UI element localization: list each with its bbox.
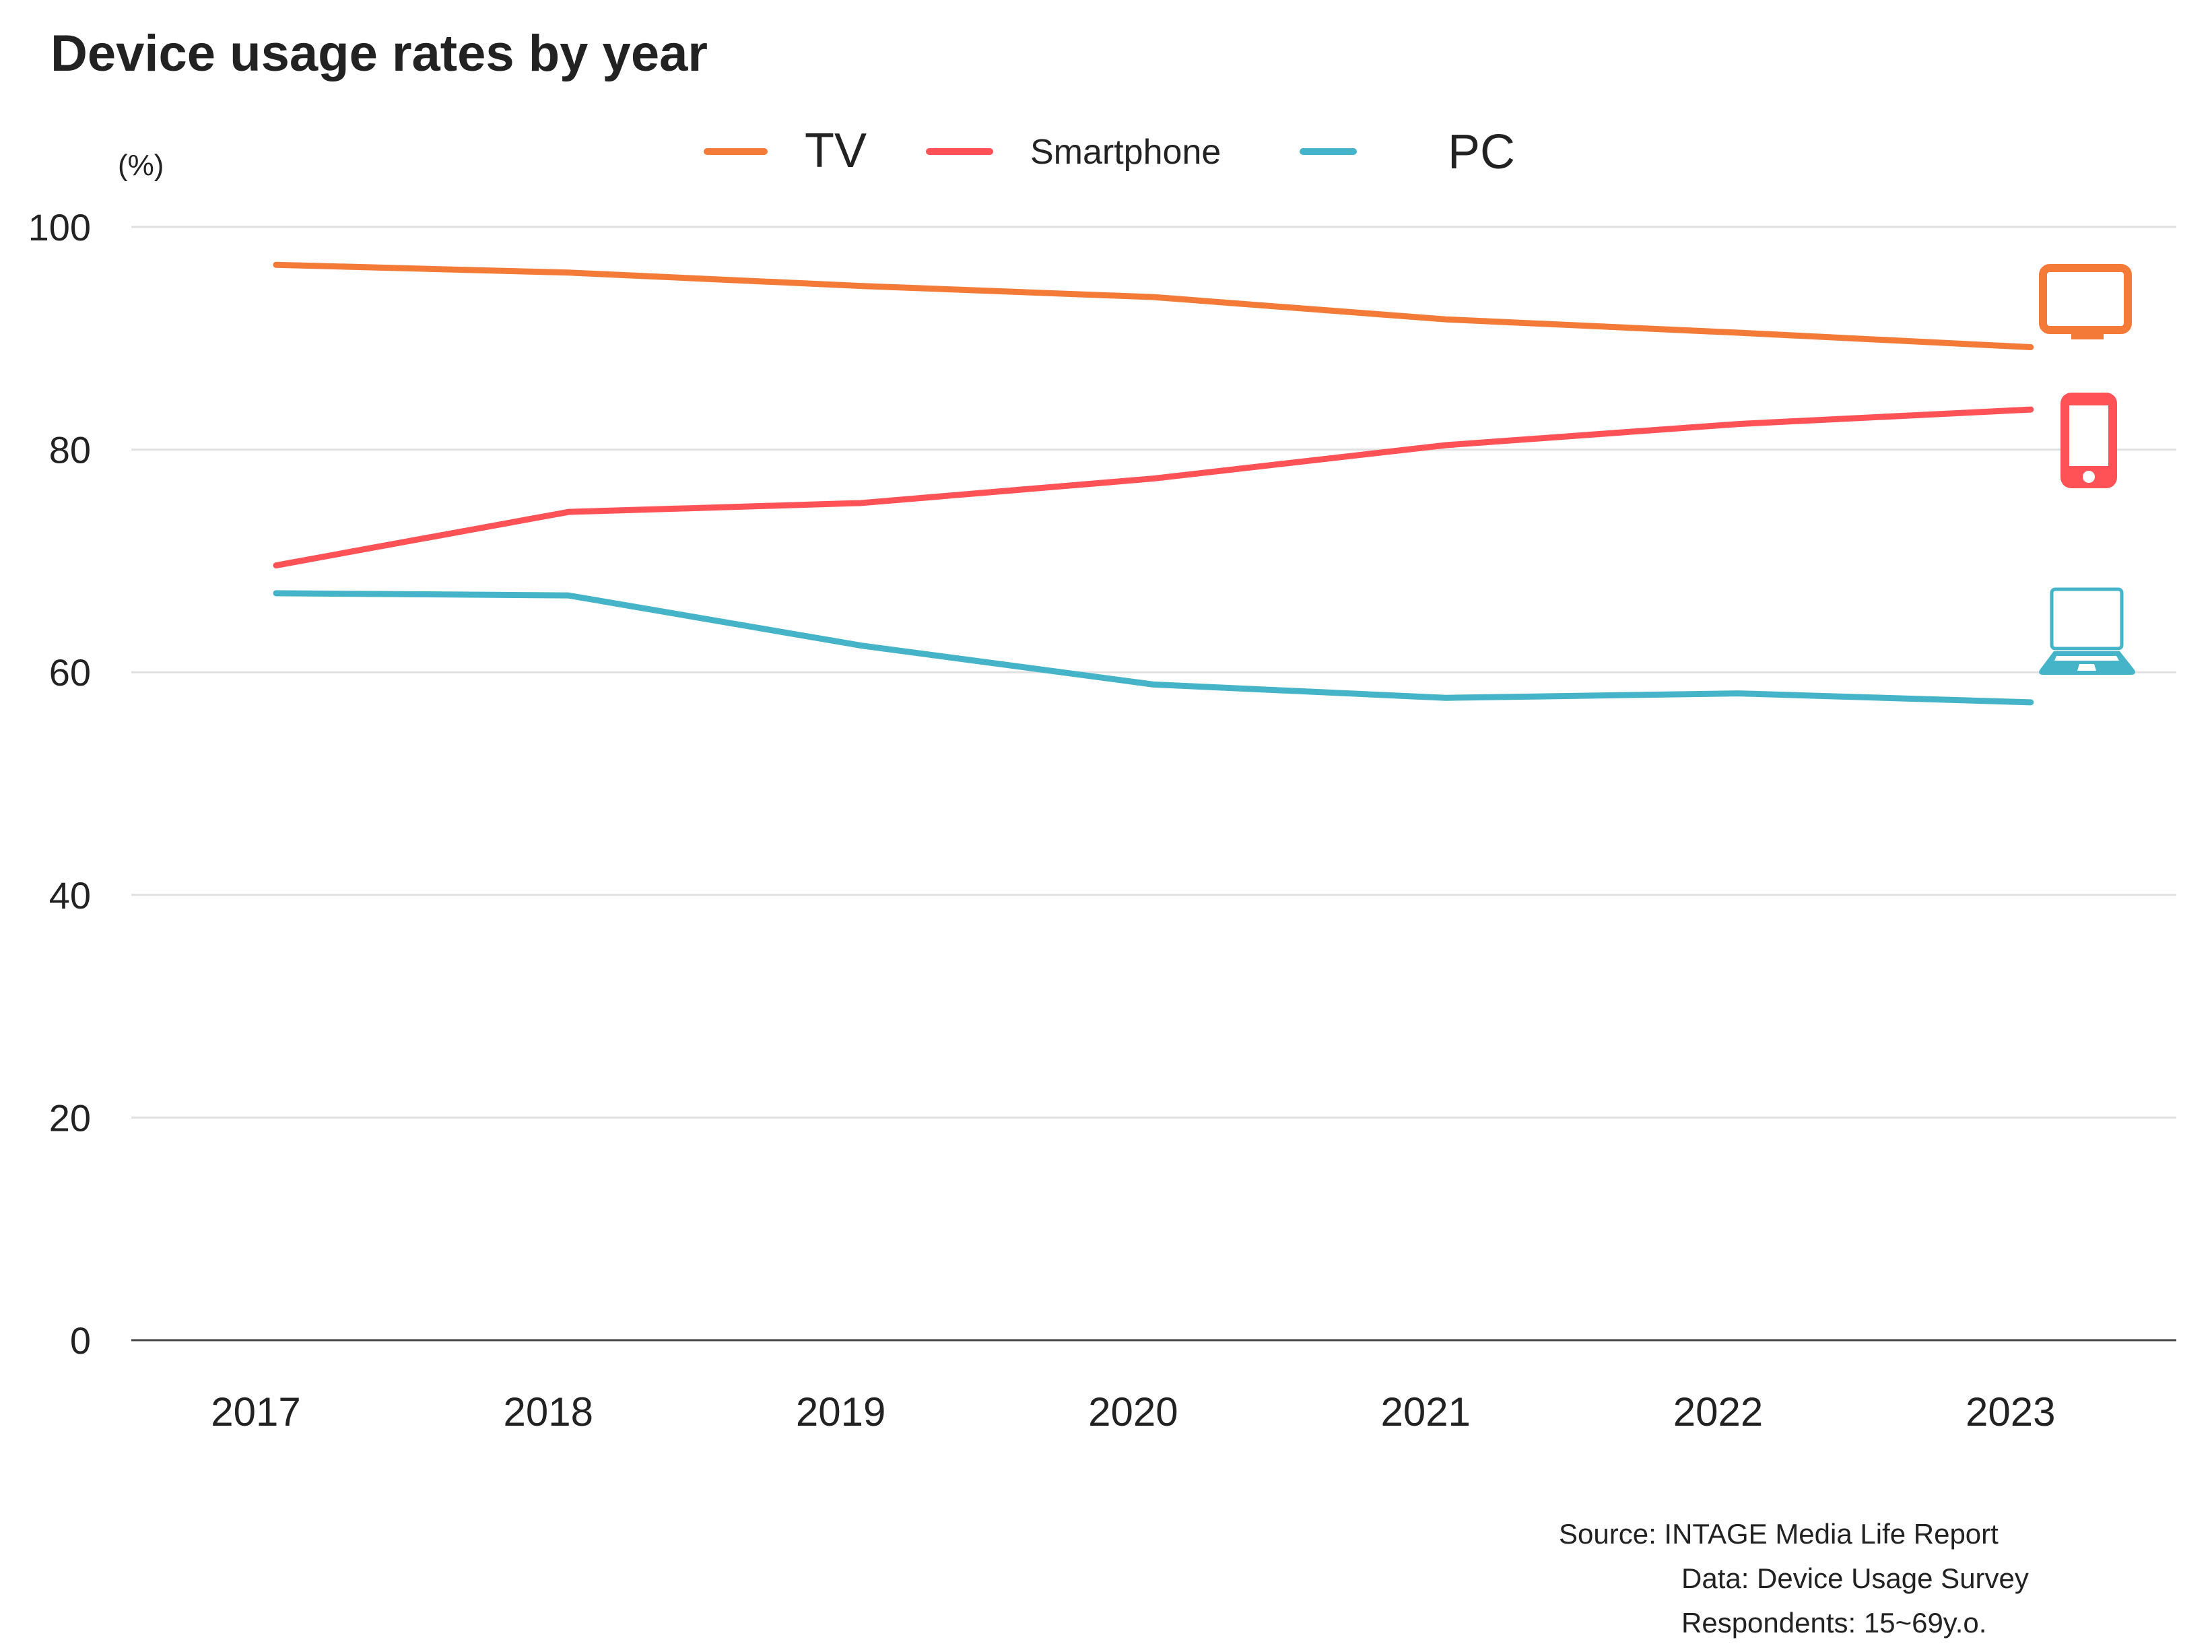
y-tick-label: 100 <box>28 206 91 249</box>
legend: TV Smartphone PC <box>704 124 1515 179</box>
series-lines <box>273 261 2034 706</box>
line-chart: Device usage rates by year (%) TV Smartp… <box>28 25 2176 1639</box>
legend-label-pc: PC <box>1448 125 1515 179</box>
data-line: Data: Device Usage Survey <box>1681 1562 2029 1594</box>
y-tick-label: 60 <box>49 651 91 694</box>
x-tick-label: 2023 <box>1966 1389 2055 1434</box>
legend-item-tv: TV <box>704 124 867 178</box>
x-tick-label: 2018 <box>504 1389 593 1434</box>
y-tick-label: 80 <box>49 429 91 471</box>
y-axis-ticks: 0 20 40 60 80 100 <box>28 206 91 1362</box>
y-tick-label: 0 <box>70 1319 91 1362</box>
y-tick-label: 20 <box>49 1096 91 1139</box>
x-tick-label: 2019 <box>796 1389 885 1434</box>
y-axis-unit-label: (%) <box>118 149 164 182</box>
respondents-line: Respondents: 15~69y.o. <box>1681 1607 1986 1639</box>
gridlines <box>131 226 2176 1342</box>
legend-item-smartphone: Smartphone <box>926 133 1221 172</box>
x-tick-label: 2022 <box>1673 1389 1763 1434</box>
laptop-icon <box>2039 587 2135 675</box>
x-axis-ticks: 2017 2018 2019 2020 2021 2022 2023 <box>211 1389 2055 1434</box>
legend-item-pc: PC <box>1300 125 1515 179</box>
chart-title: Device usage rates by year <box>51 25 708 82</box>
series-line-pc <box>273 590 2034 706</box>
x-tick-label: 2020 <box>1088 1389 1178 1434</box>
tv-icon <box>2039 264 2132 339</box>
legend-label-smartphone: Smartphone <box>1030 133 1221 172</box>
x-tick-label: 2017 <box>211 1389 300 1434</box>
y-tick-label: 40 <box>49 874 91 917</box>
series-line-tv <box>273 261 2034 351</box>
smartphone-icon <box>2060 393 2117 488</box>
source-line: Source: INTAGE Media Life Report <box>1559 1518 1999 1550</box>
legend-label-tv: TV <box>805 124 867 178</box>
source-notes: Source: INTAGE Media Life Report Data: D… <box>1559 1518 2029 1639</box>
series-line-smartphone <box>273 406 2034 569</box>
x-tick-label: 2021 <box>1380 1389 1470 1434</box>
